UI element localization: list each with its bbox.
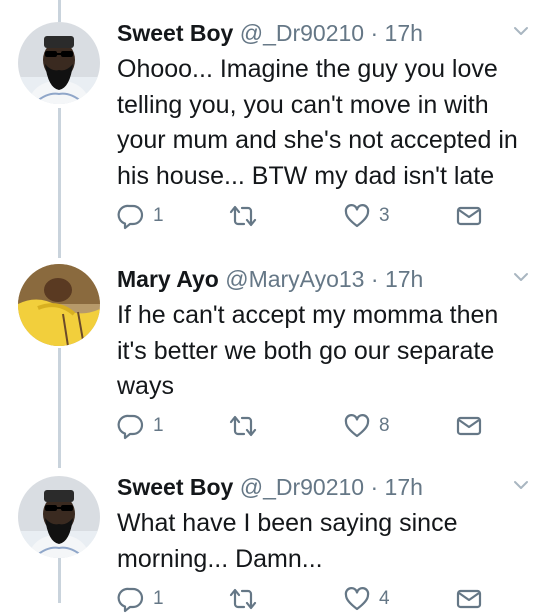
separator: · bbox=[370, 20, 379, 46]
like-button[interactable]: 3 bbox=[343, 201, 390, 231]
like-count: 8 bbox=[379, 415, 390, 436]
retweet-button[interactable] bbox=[229, 201, 265, 231]
tweet-actions: 1 8 bbox=[117, 411, 497, 441]
reply-button[interactable]: 1 bbox=[117, 201, 164, 231]
avatar[interactable] bbox=[18, 476, 100, 558]
avatar-woman-icon bbox=[18, 264, 100, 346]
heart-icon bbox=[343, 412, 371, 440]
reply-count: 1 bbox=[153, 588, 164, 609]
timestamp[interactable]: 17h bbox=[385, 474, 423, 500]
tweet-text: If he can't accept my momma then it's be… bbox=[117, 301, 499, 400]
retweet-icon bbox=[229, 412, 257, 440]
envelope-icon bbox=[455, 585, 483, 613]
user-handle[interactable]: @_Dr90210 bbox=[240, 20, 364, 46]
avatar-man-icon bbox=[18, 22, 100, 104]
avatar[interactable] bbox=[18, 22, 100, 104]
tweet[interactable]: Mary Ayo @MaryAyo13 · 17h If he can't ac… bbox=[0, 264, 550, 454]
reply-button[interactable]: 1 bbox=[117, 584, 164, 614]
like-count: 4 bbox=[379, 588, 390, 609]
tweet-header: Sweet Boy @_Dr90210 · 17h bbox=[117, 472, 423, 502]
envelope-icon bbox=[455, 202, 483, 230]
tweet-header: Mary Ayo @MaryAyo13 · 17h bbox=[117, 264, 423, 294]
like-count: 3 bbox=[379, 205, 390, 226]
timestamp[interactable]: 17h bbox=[385, 20, 423, 46]
envelope-icon bbox=[455, 412, 483, 440]
user-name[interactable]: Mary Ayo bbox=[117, 266, 219, 292]
tweet[interactable]: Sweet Boy @_Dr90210 · 17h What have I be… bbox=[0, 472, 550, 603]
user-handle[interactable]: @_Dr90210 bbox=[240, 474, 364, 500]
timestamp[interactable]: 17h bbox=[385, 266, 423, 292]
reply-count: 1 bbox=[153, 415, 164, 436]
heart-icon bbox=[343, 585, 371, 613]
reply-icon bbox=[117, 412, 145, 440]
retweet-button[interactable] bbox=[229, 411, 265, 441]
tweet-text: What have I been saying since morning...… bbox=[117, 509, 458, 573]
tweet-actions: 1 4 bbox=[117, 584, 497, 614]
heart-icon bbox=[343, 202, 371, 230]
separator: · bbox=[370, 474, 379, 500]
message-button[interactable] bbox=[455, 201, 483, 231]
chevron-down-icon[interactable] bbox=[510, 474, 532, 496]
tweet-header: Sweet Boy @_Dr90210 · 17h bbox=[117, 18, 423, 48]
retweet-button[interactable] bbox=[229, 584, 265, 614]
chevron-down-icon[interactable] bbox=[510, 266, 532, 288]
retweet-icon bbox=[229, 202, 257, 230]
avatar-man-icon bbox=[18, 476, 100, 558]
tweet-text: Ohooo... Imagine the guy you love tellin… bbox=[117, 55, 518, 190]
avatar[interactable] bbox=[18, 264, 100, 346]
user-name[interactable]: Sweet Boy bbox=[117, 20, 233, 46]
message-button[interactable] bbox=[455, 411, 483, 441]
like-button[interactable]: 8 bbox=[343, 411, 390, 441]
reply-icon bbox=[117, 585, 145, 613]
user-handle[interactable]: @MaryAyo13 bbox=[225, 266, 364, 292]
chevron-down-icon[interactable] bbox=[510, 20, 532, 42]
reply-count: 1 bbox=[153, 205, 164, 226]
like-button[interactable]: 4 bbox=[343, 584, 390, 614]
tweet[interactable]: Sweet Boy @_Dr90210 · 17h Ohooo... Imagi… bbox=[0, 18, 550, 238]
message-button[interactable] bbox=[455, 584, 483, 614]
retweet-icon bbox=[229, 585, 257, 613]
separator: · bbox=[370, 266, 379, 292]
user-name[interactable]: Sweet Boy bbox=[117, 474, 233, 500]
reply-button[interactable]: 1 bbox=[117, 411, 164, 441]
tweet-actions: 1 3 bbox=[117, 201, 497, 231]
reply-icon bbox=[117, 202, 145, 230]
